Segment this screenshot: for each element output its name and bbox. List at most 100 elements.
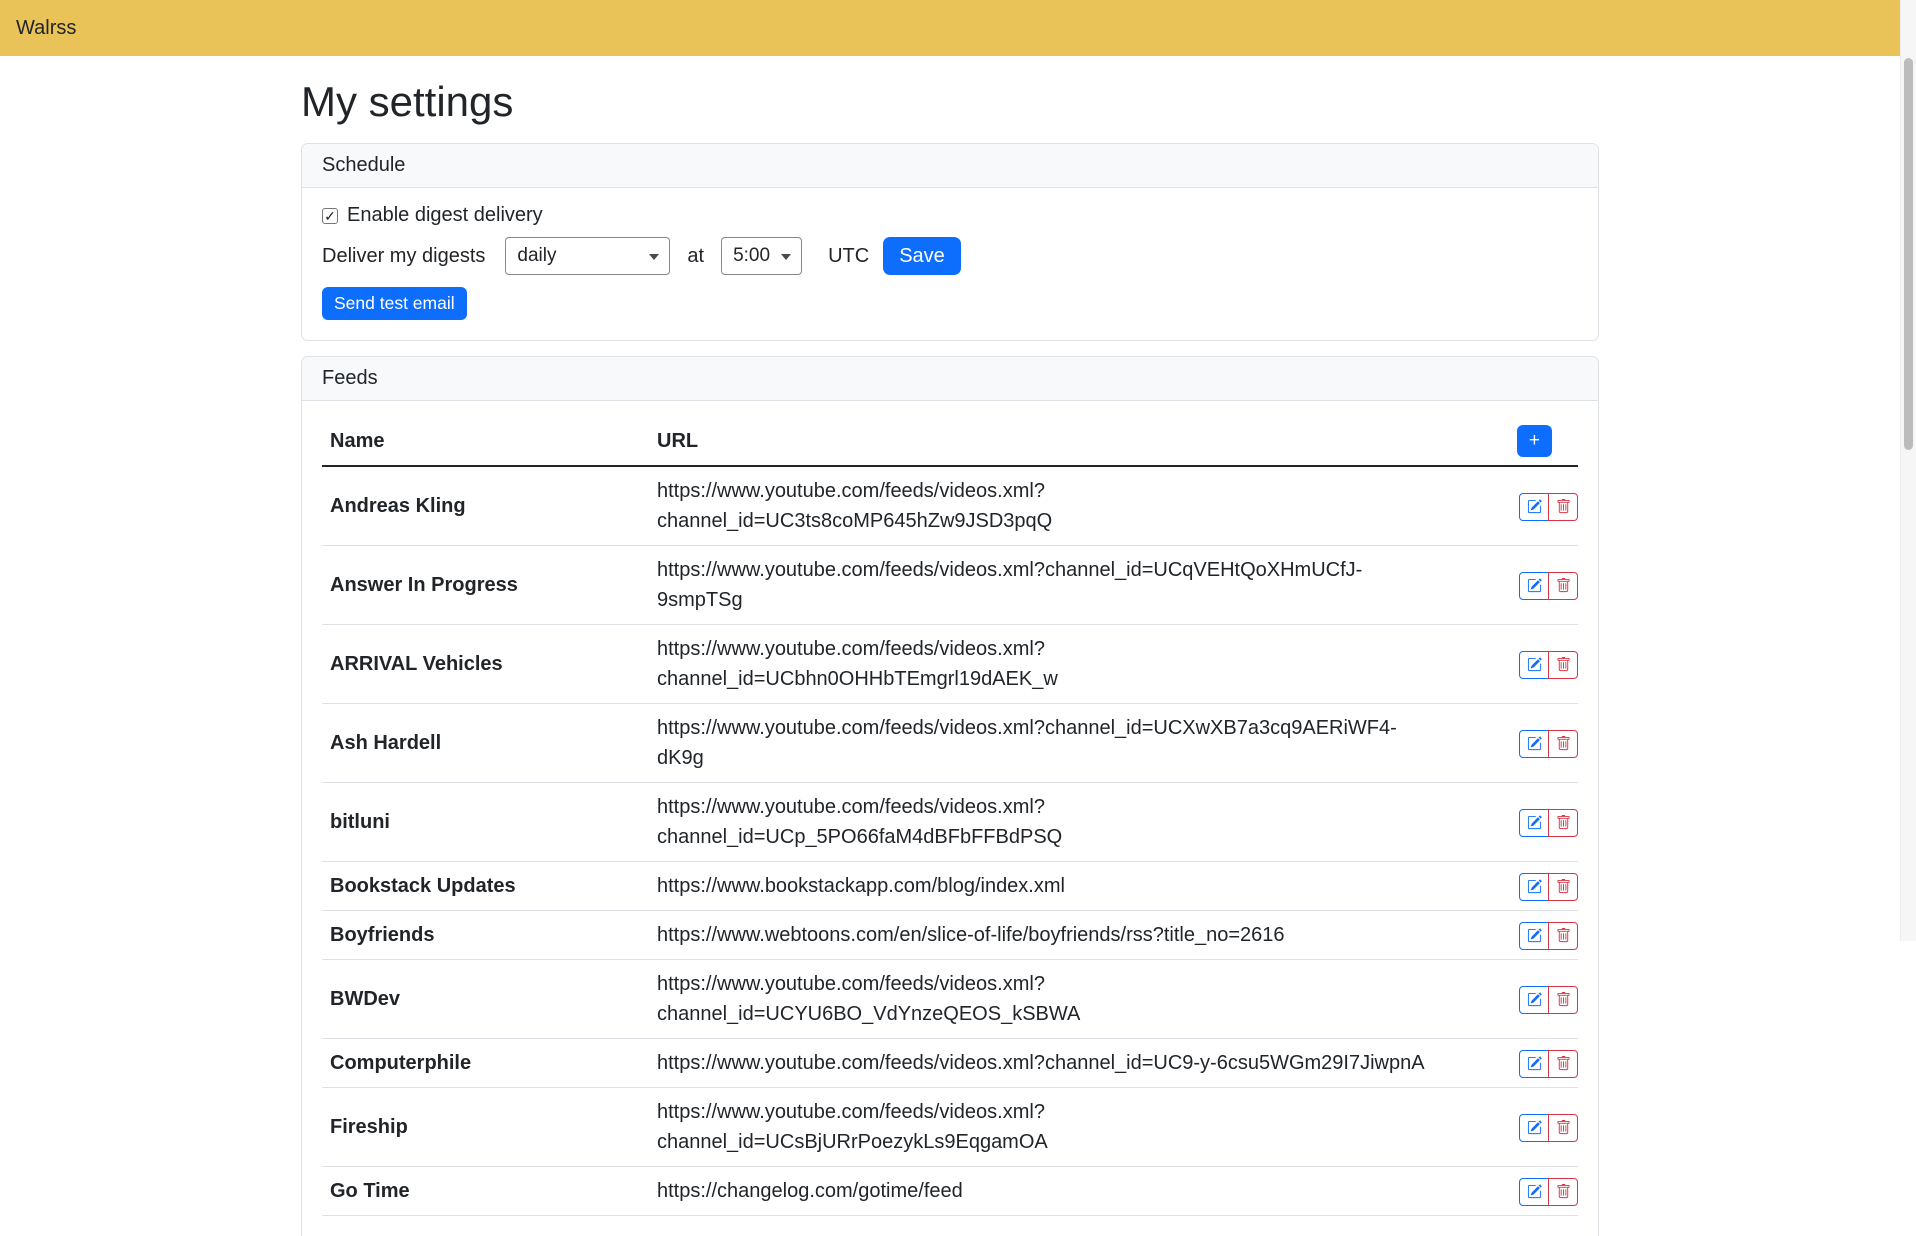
schedule-card-body: Enable digest delivery Deliver my digest… — [302, 188, 1598, 340]
feed-name: Andreas Kling — [322, 466, 647, 546]
feed-actions — [1519, 1114, 1578, 1142]
trash-icon — [1556, 815, 1571, 830]
delete-feed-button[interactable] — [1548, 493, 1578, 521]
table-row: ARRIVAL Vehicles https://www.youtube.com… — [322, 625, 1578, 704]
column-header-name: Name — [322, 417, 647, 466]
feed-actions-cell — [1438, 1167, 1578, 1216]
delete-feed-button[interactable] — [1548, 809, 1578, 837]
edit-feed-button[interactable] — [1519, 1114, 1549, 1142]
delete-feed-button[interactable] — [1548, 1178, 1578, 1206]
feed-actions — [1519, 572, 1578, 600]
trash-icon — [1556, 1184, 1571, 1199]
table-row: BWDev https://www.youtube.com/feeds/vide… — [322, 960, 1578, 1039]
edit-feed-button[interactable] — [1519, 873, 1549, 901]
feed-url: https://www.youtube.com/feeds/videos.xml… — [647, 783, 1438, 862]
enable-digest-label[interactable]: Enable digest delivery — [347, 204, 543, 227]
pencil-square-icon — [1527, 815, 1542, 830]
scrollbar-thumb[interactable] — [1904, 58, 1913, 450]
table-row: Computerphile https://www.youtube.com/fe… — [322, 1039, 1578, 1088]
feed-name: bitluni — [322, 783, 647, 862]
page-title: My settings — [301, 78, 1599, 126]
enable-digest-checkbox[interactable] — [322, 208, 338, 224]
trash-icon — [1556, 657, 1571, 672]
delete-feed-button[interactable] — [1548, 986, 1578, 1014]
feeds-card: Feeds Name URL + Andreas Kling https://w — [301, 356, 1599, 1236]
feed-actions — [1519, 651, 1578, 679]
feed-actions — [1519, 1050, 1578, 1078]
feed-actions-cell — [1438, 466, 1578, 546]
navbar-brand[interactable]: Walrss — [16, 17, 76, 40]
edit-feed-button[interactable] — [1519, 986, 1549, 1014]
feed-actions-cell — [1438, 911, 1578, 960]
add-feed-button[interactable]: + — [1517, 425, 1552, 457]
feed-actions-cell — [1438, 1088, 1578, 1167]
feed-actions-cell — [1438, 704, 1578, 783]
pencil-square-icon — [1527, 1184, 1542, 1199]
edit-feed-button[interactable] — [1519, 493, 1549, 521]
schedule-card: Schedule Enable digest delivery Deliver … — [301, 143, 1599, 341]
frequency-select[interactable]: daily — [505, 237, 670, 275]
feed-actions-cell — [1438, 1039, 1578, 1088]
feed-actions-cell — [1438, 546, 1578, 625]
table-row: Go Time https://changelog.com/gotime/fee… — [322, 1167, 1578, 1216]
trash-icon — [1556, 499, 1571, 514]
utc-label: UTC — [828, 245, 869, 268]
schedule-card-header: Schedule — [302, 144, 1598, 188]
send-test-email-button[interactable]: Send test email — [322, 287, 467, 320]
feed-url: https://www.youtube.com/feeds/videos.xml… — [647, 625, 1438, 704]
navbar: Walrss — [0, 0, 1900, 56]
feed-name: Fireship — [322, 1088, 647, 1167]
save-button[interactable]: Save — [883, 237, 961, 275]
time-select-value: 5:00 — [733, 245, 770, 267]
delivery-controls-row: Deliver my digests daily at 5:00 UTC Sav… — [322, 237, 1578, 275]
column-header-url: URL — [647, 417, 1438, 466]
feeds-card-header: Feeds — [302, 357, 1598, 401]
scrollbar[interactable] — [1900, 0, 1916, 941]
feed-actions — [1519, 809, 1578, 837]
feed-actions-cell — [1438, 783, 1578, 862]
table-row: bitluni https://www.youtube.com/feeds/vi… — [322, 783, 1578, 862]
feed-actions-cell — [1438, 625, 1578, 704]
pencil-square-icon — [1527, 736, 1542, 751]
delete-feed-button[interactable] — [1548, 572, 1578, 600]
edit-feed-button[interactable] — [1519, 1050, 1549, 1078]
edit-feed-button[interactable] — [1519, 922, 1549, 950]
edit-feed-button[interactable] — [1519, 651, 1549, 679]
table-row: Ash Hardell https://www.youtube.com/feed… — [322, 704, 1578, 783]
delete-feed-button[interactable] — [1548, 922, 1578, 950]
delete-feed-button[interactable] — [1548, 1050, 1578, 1078]
feed-url: https://www.youtube.com/feeds/videos.xml… — [647, 466, 1438, 546]
page: Walrss My settings Schedule Enable diges… — [0, 0, 1900, 1236]
feed-url: https://www.youtube.com/feeds/videos.xml… — [647, 1088, 1438, 1167]
enable-digest-row: Enable digest delivery — [322, 204, 1578, 227]
trash-icon — [1556, 736, 1571, 751]
time-select[interactable]: 5:00 — [721, 237, 802, 275]
feeds-table-body: Andreas Kling https://www.youtube.com/fe… — [322, 466, 1578, 1216]
feed-url: https://changelog.com/gotime/feed — [647, 1167, 1438, 1216]
feed-url: https://www.youtube.com/feeds/videos.xml… — [647, 1039, 1438, 1088]
feed-actions — [1519, 986, 1578, 1014]
trash-icon — [1556, 879, 1571, 894]
feed-actions — [1519, 1178, 1578, 1206]
pencil-square-icon — [1527, 578, 1542, 593]
delete-feed-button[interactable] — [1548, 730, 1578, 758]
feeds-table-header-row: Name URL + — [322, 417, 1578, 466]
edit-feed-button[interactable] — [1519, 809, 1549, 837]
edit-feed-button[interactable] — [1519, 730, 1549, 758]
feed-actions — [1519, 922, 1578, 950]
delete-feed-button[interactable] — [1548, 1114, 1578, 1142]
edit-feed-button[interactable] — [1519, 572, 1549, 600]
frequency-select-value: daily — [517, 245, 556, 267]
feed-name: Answer In Progress — [322, 546, 647, 625]
trash-icon — [1556, 1120, 1571, 1135]
table-row: Andreas Kling https://www.youtube.com/fe… — [322, 466, 1578, 546]
delete-feed-button[interactable] — [1548, 873, 1578, 901]
feed-actions-cell — [1438, 862, 1578, 911]
feed-actions — [1519, 493, 1578, 521]
feed-actions-cell — [1438, 960, 1578, 1039]
table-row: Bookstack Updates https://www.bookstacka… — [322, 862, 1578, 911]
edit-feed-button[interactable] — [1519, 1178, 1549, 1206]
feed-name: Computerphile — [322, 1039, 647, 1088]
delete-feed-button[interactable] — [1548, 651, 1578, 679]
feed-name: Ash Hardell — [322, 704, 647, 783]
